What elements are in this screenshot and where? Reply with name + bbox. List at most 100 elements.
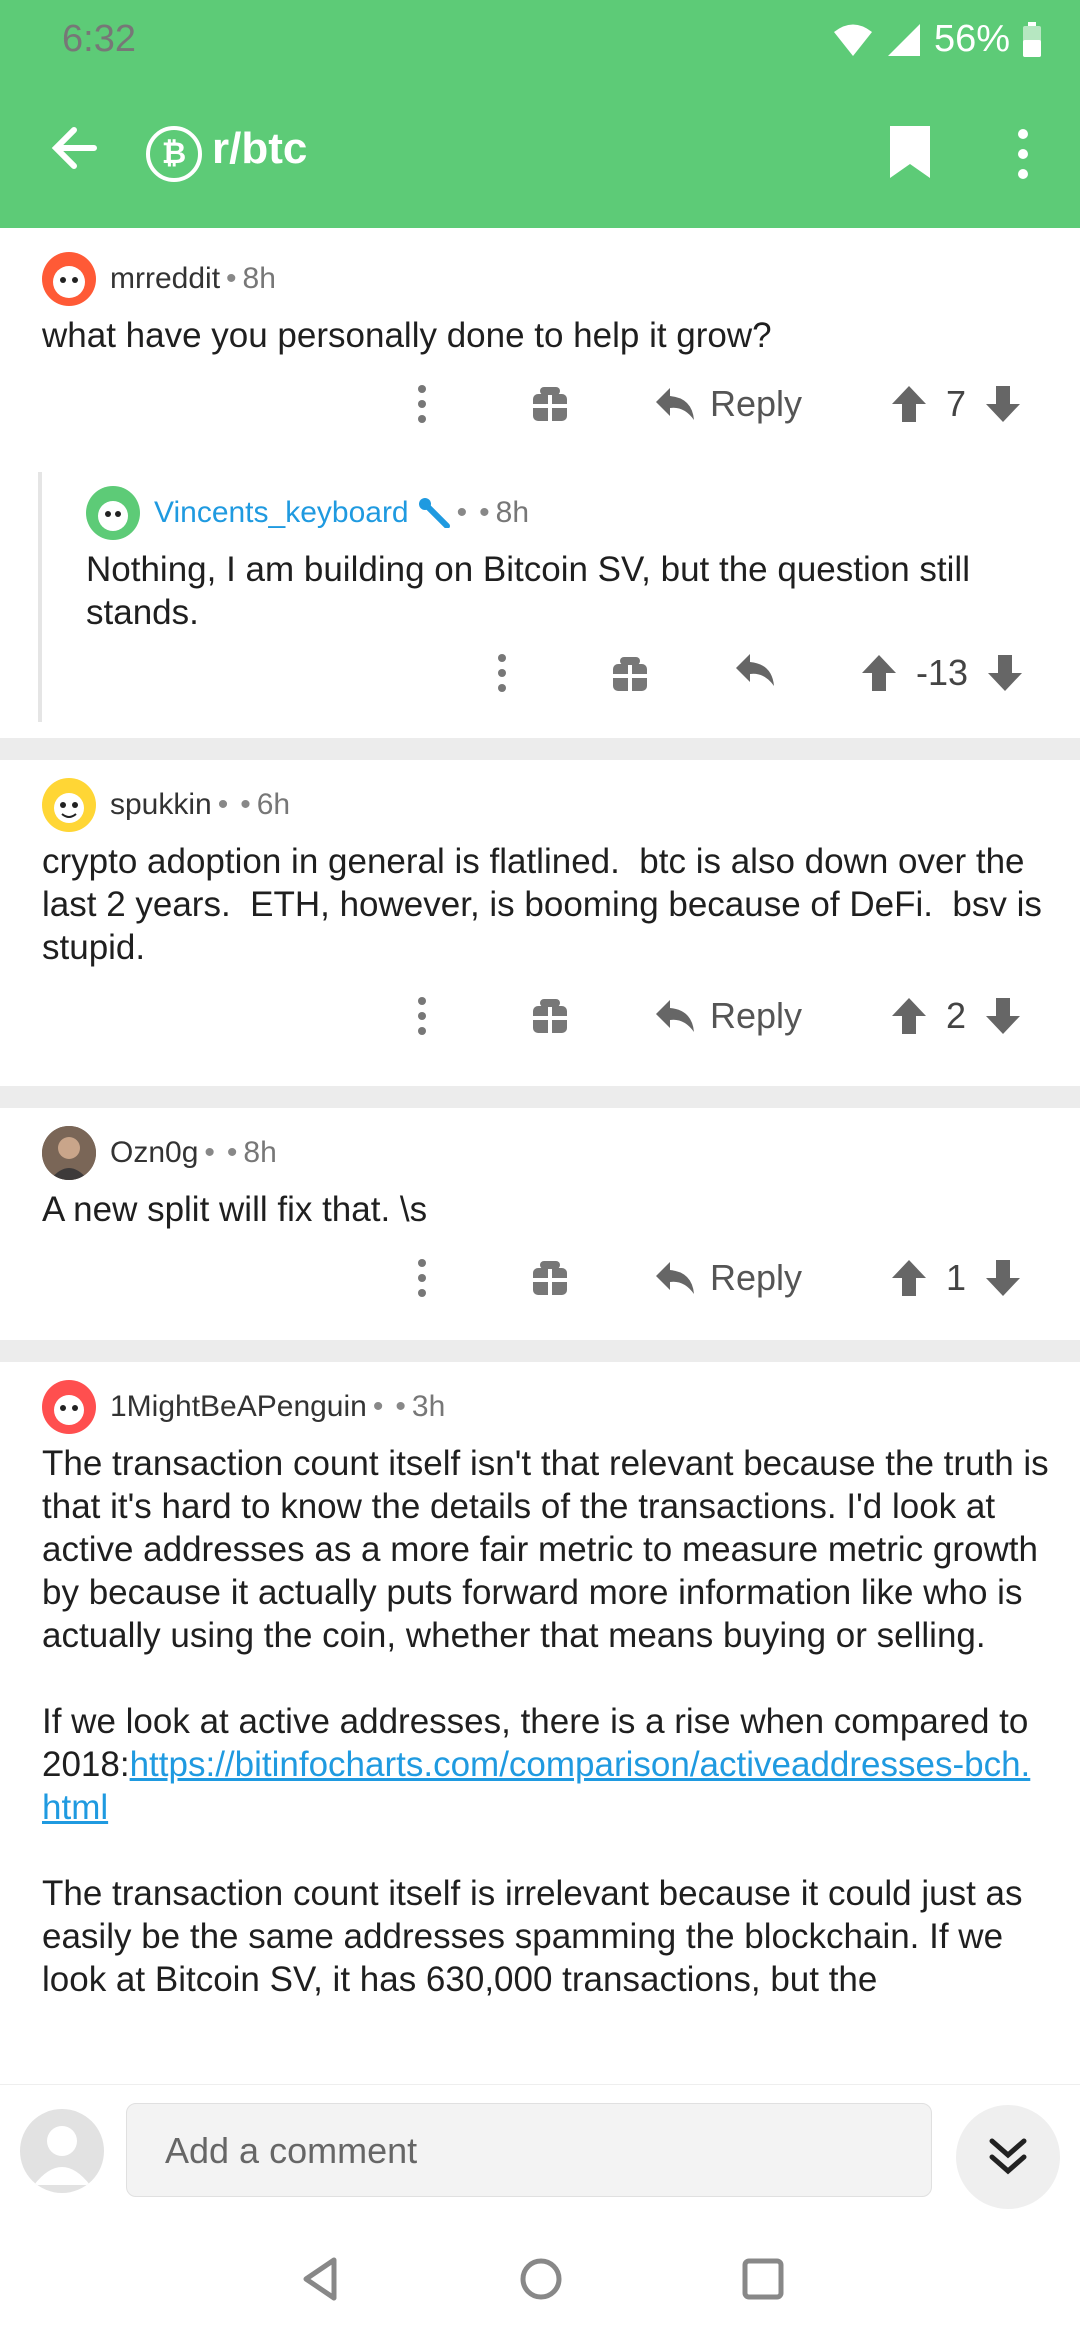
- wifi-icon: [833, 24, 872, 56]
- meta-separator: •: [395, 1390, 406, 1423]
- divider: [0, 1340, 1080, 1362]
- meta-separator: •: [217, 788, 229, 821]
- comment-text: Nothing, I am building on Bitcoin SV, bu…: [86, 550, 970, 632]
- award-icon[interactable]: [530, 384, 570, 424]
- reply-button[interactable]: Reply: [654, 1253, 802, 1303]
- vote-score: 1: [946, 1257, 967, 1298]
- award-icon[interactable]: [530, 996, 570, 1036]
- add-comment-input[interactable]: Add a comment: [126, 2103, 932, 2197]
- avatar[interactable]: [42, 1126, 96, 1180]
- subreddit-name[interactable]: r/btc: [212, 124, 307, 174]
- more-options-icon[interactable]: [412, 1253, 432, 1303]
- upvote-icon[interactable]: [860, 653, 898, 693]
- upvote-icon[interactable]: [890, 1258, 928, 1298]
- avatar[interactable]: [42, 778, 96, 832]
- comment-time: 8h: [495, 496, 530, 529]
- reply-button[interactable]: Reply: [654, 379, 802, 429]
- comment-username[interactable]: 1MightBeAPenguin: [110, 1390, 367, 1424]
- reply-label: Reply: [710, 1257, 803, 1298]
- reply-arrow-icon: [656, 1262, 694, 1294]
- vote-score: -13: [916, 652, 969, 693]
- reply-button[interactable]: Reply: [654, 991, 802, 1041]
- comment-actions: Reply 7: [0, 357, 1080, 457]
- meta-separator: •: [479, 496, 490, 529]
- reply-arrow-icon: [656, 1000, 694, 1032]
- meta-separator: •: [226, 1136, 238, 1169]
- vote-group: 2: [890, 991, 1022, 1041]
- comment-text: A new split will fix that. \s: [42, 1190, 428, 1229]
- vote-score: 7: [946, 383, 967, 424]
- battery-icon: [1023, 21, 1041, 57]
- user-avatar[interactable]: [20, 2109, 104, 2193]
- comment-actions: Reply 2: [0, 969, 1080, 1069]
- comment-username[interactable]: spukkin: [110, 788, 212, 822]
- comment-actions: -13: [0, 634, 1080, 730]
- upvote-icon[interactable]: [890, 384, 928, 424]
- collapse-button[interactable]: [956, 2105, 1060, 2209]
- vote-group: 7: [890, 379, 1022, 429]
- more-options-icon[interactable]: [412, 379, 432, 429]
- reply-label: Reply: [710, 995, 803, 1036]
- comment-paragraph: If we look at active addresses, there is…: [42, 1700, 1042, 1829]
- recents-square-icon[interactable]: [738, 2254, 788, 2304]
- reply-label: Reply: [710, 383, 803, 424]
- meta-separator: •: [240, 788, 251, 821]
- award-icon[interactable]: [530, 1258, 570, 1298]
- nested-reply: Vincents_keyboard • • 8h Nothing, I am b…: [38, 472, 1080, 722]
- comment-composer: Add a comment: [0, 2084, 1080, 2214]
- reply-arrow-icon[interactable]: [734, 652, 776, 688]
- wrench-icon: [418, 498, 450, 528]
- downvote-icon[interactable]: [984, 384, 1022, 424]
- back-arrow-icon[interactable]: [46, 120, 102, 176]
- meta-separator: •: [226, 262, 237, 295]
- status-time: 6:32: [62, 18, 136, 60]
- subreddit-icon[interactable]: ₿: [146, 126, 202, 182]
- meta-separator: •: [204, 1136, 215, 1169]
- comment-meta: mrreddit • 8h: [42, 244, 1080, 314]
- comment-time: 3h: [411, 1390, 446, 1423]
- divider: [0, 1086, 1080, 1108]
- award-icon[interactable]: [610, 654, 650, 694]
- comment-paragraph: The transaction count itself isn't that …: [42, 1444, 1049, 1655]
- meta-separator: •: [372, 1390, 384, 1423]
- comment-username[interactable]: mrreddit: [110, 262, 220, 296]
- upvote-icon[interactable]: [890, 996, 928, 1036]
- more-options-icon[interactable]: [412, 991, 432, 1041]
- avatar[interactable]: [86, 486, 140, 540]
- more-options-icon[interactable]: [492, 648, 512, 698]
- downvote-icon[interactable]: [984, 1258, 1022, 1298]
- comment-list[interactable]: mrreddit • 8h what have you personally d…: [0, 228, 1080, 2084]
- comment-username[interactable]: Ozn0g: [110, 1136, 198, 1170]
- comment: 1MightBeAPenguin • • 3h The transaction …: [0, 1362, 1080, 2001]
- comment-meta: spukkin • • 6h: [42, 770, 1080, 840]
- vote-group: -13: [860, 648, 1024, 698]
- avatar[interactable]: [42, 252, 96, 306]
- reply-arrow-icon: [656, 388, 694, 420]
- vote-score: 2: [946, 995, 967, 1036]
- double-chevron-down-icon: [989, 2138, 1027, 2175]
- comment: Ozn0g • • 8h A new split will fix that. …: [0, 1108, 1080, 1340]
- comment-meta: Vincents_keyboard • • 8h: [86, 478, 1080, 548]
- comment-meta: Ozn0g • • 8h: [42, 1118, 1080, 1188]
- comment-username[interactable]: Vincents_keyboard: [154, 496, 409, 530]
- comment: mrreddit • 8h what have you personally d…: [0, 228, 1080, 472]
- comment-time: 6h: [256, 788, 291, 821]
- comment-time: 8h: [242, 262, 276, 295]
- overflow-menu-icon[interactable]: [1010, 126, 1036, 182]
- signal-icon: [887, 23, 920, 56]
- home-circle-icon[interactable]: [516, 2254, 566, 2304]
- downvote-icon[interactable]: [986, 653, 1024, 693]
- back-triangle-icon[interactable]: [296, 2254, 346, 2304]
- app-bar: ₿ r/btc: [0, 110, 1080, 200]
- downvote-icon[interactable]: [984, 996, 1022, 1036]
- avatar[interactable]: [42, 1380, 96, 1434]
- comment-actions: Reply 1: [0, 1231, 1080, 1331]
- bookmark-icon[interactable]: [888, 124, 932, 180]
- status-bar: 6:32 56%: [0, 0, 1080, 80]
- comment-text: what have you personally done to help it…: [42, 316, 772, 355]
- comment-link[interactable]: https://bitinfocharts.com/comparison/act…: [42, 1745, 1030, 1827]
- battery-percent: 56%: [933, 18, 1010, 60]
- divider: [0, 738, 1080, 760]
- comment-paragraph: The transaction count itself is irreleva…: [42, 1874, 1023, 1999]
- comment-time: 8h: [243, 1136, 277, 1169]
